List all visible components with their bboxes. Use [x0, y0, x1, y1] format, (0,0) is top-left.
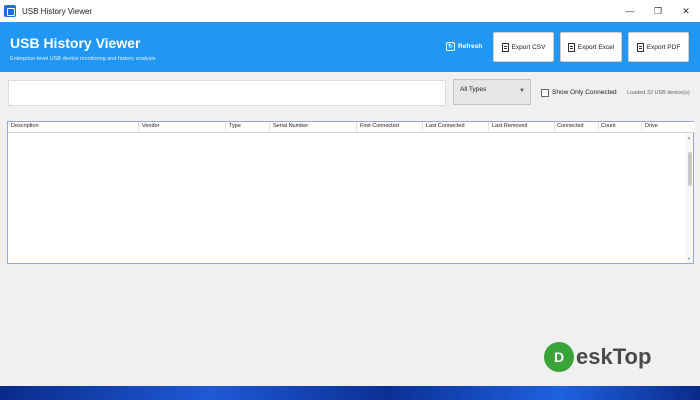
column-header-vendor[interactable]: Vendor [142, 123, 159, 129]
show-only-connected-checkbox[interactable] [541, 89, 549, 97]
minimize-button[interactable]: — [616, 0, 644, 22]
watermark: D eskTop [544, 342, 651, 372]
type-filter-value: All Types [460, 86, 487, 93]
table-body[interactable] [8, 134, 688, 263]
export-pdf-label: Export PDF [646, 43, 681, 51]
app-title: USB History Viewer [10, 35, 141, 51]
column-header-last-connected[interactable]: Last Connected [426, 123, 465, 129]
usb-devices-table[interactable]: Description Vendor Type Serial Number Fi… [7, 121, 695, 264]
search-input[interactable] [8, 80, 446, 106]
column-header-last-removed[interactable]: Last Removed [492, 123, 527, 129]
show-only-connected-label[interactable]: Show Only Connected [552, 89, 617, 96]
window-title: USB History Viewer [22, 6, 93, 16]
scroll-up-icon[interactable]: ▲ [687, 135, 691, 140]
document-icon [501, 42, 509, 52]
scroll-down-icon[interactable]: ▼ [687, 256, 691, 261]
column-separator[interactable] [554, 122, 555, 132]
column-header-connected[interactable]: Connected [557, 123, 584, 129]
refresh-label: Refresh [458, 43, 483, 50]
table-header: Description Vendor Type Serial Number Fi… [8, 122, 695, 133]
vertical-scrollbar[interactable]: ▲ ▼ [686, 133, 693, 263]
column-separator[interactable] [641, 122, 642, 132]
status-text: Loaded 32 USB device(s) [627, 90, 690, 96]
document-icon [636, 42, 644, 52]
export-excel-button[interactable]: Export Excel [560, 32, 622, 62]
column-separator[interactable] [356, 122, 357, 132]
column-header-count[interactable]: Count [601, 123, 616, 129]
export-csv-button[interactable]: Export CSV [493, 32, 554, 62]
refresh-button[interactable]: ↻ Refresh [446, 42, 482, 51]
app-subtitle: Enterprise-level USB device monitoring a… [10, 56, 156, 62]
watermark-text: eskTop [576, 344, 652, 369]
window-controls: — ❐ ✕ [616, 0, 700, 22]
column-separator[interactable] [138, 122, 139, 132]
desktop-wallpaper [0, 386, 700, 400]
restore-button[interactable]: ❐ [644, 0, 672, 22]
column-header-drive[interactable]: Drive [645, 123, 658, 129]
column-separator[interactable] [269, 122, 270, 132]
column-header-serial-number[interactable]: Serial Number [273, 123, 308, 129]
close-button[interactable]: ✕ [672, 0, 700, 22]
column-header-type[interactable]: Type [229, 123, 241, 129]
export-csv-label: Export CSV [511, 43, 546, 51]
chevron-down-icon: ▼ [519, 88, 525, 94]
column-separator[interactable] [422, 122, 423, 132]
column-separator[interactable] [488, 122, 489, 132]
type-filter-select[interactable]: All Types ▼ [453, 79, 531, 105]
column-separator[interactable] [225, 122, 226, 132]
refresh-icon: ↻ [446, 42, 455, 51]
document-icon [567, 42, 575, 52]
header-banner: USB History Viewer Enterprise-level USB … [0, 22, 700, 72]
export-excel-label: Export Excel [577, 43, 615, 51]
column-header-first-connected[interactable]: First Connected [360, 123, 399, 129]
title-bar: USB History Viewer — ❐ ✕ [0, 0, 700, 22]
column-header-description[interactable]: Description [11, 123, 39, 129]
export-pdf-button[interactable]: Export PDF [628, 32, 689, 62]
column-separator[interactable] [598, 122, 599, 132]
scroll-thumb[interactable] [688, 152, 692, 186]
watermark-logo: D [544, 342, 574, 372]
app-icon [4, 5, 16, 17]
